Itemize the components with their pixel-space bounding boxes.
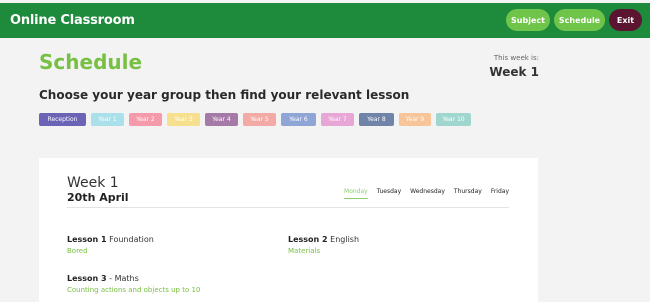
year-7-button[interactable]: Year 7 (321, 113, 354, 126)
year-10-button[interactable]: Year 10 (436, 113, 471, 126)
year-group-selector: Reception Year 1 Year 2 Year 3 Year 4 Ye… (39, 113, 471, 126)
schedule-card: Week 1 20th April Monday Tuesday Wednesd… (39, 158, 538, 302)
lesson-number: Lesson 1 (67, 235, 107, 244)
year-1-button[interactable]: Year 1 (91, 113, 124, 126)
lesson-separator: - (106, 274, 115, 283)
page-title: Schedule (39, 50, 143, 74)
top-bar: Online Classroom Subject Schedule Exit (0, 3, 650, 38)
tab-tuesday[interactable]: Tuesday (377, 188, 401, 199)
tab-friday[interactable]: Friday (491, 188, 509, 199)
this-week-label: This week is: (493, 54, 539, 62)
lesson-detail: Counting actions and objects up to 10 (67, 286, 201, 294)
lesson-subject: Foundation (109, 235, 154, 244)
year-4-button[interactable]: Year 4 (205, 113, 238, 126)
lesson-detail: Bored (67, 247, 88, 255)
day-tabs: Monday Tuesday Wednesday Thursday Friday (344, 188, 509, 199)
lesson-subject: Maths (114, 274, 139, 283)
lesson-number: Lesson 2 (288, 235, 328, 244)
year-6-button[interactable]: Year 6 (281, 113, 316, 126)
lesson-number: Lesson 3 (67, 274, 107, 283)
schedule-button[interactable]: Schedule (554, 9, 605, 31)
year-reception-button[interactable]: Reception (39, 113, 86, 126)
lesson-subject: English (330, 235, 360, 244)
year-9-button[interactable]: Year 9 (399, 113, 431, 126)
card-week: Week 1 (67, 175, 119, 191)
year-5-button[interactable]: Year 5 (243, 113, 276, 126)
lesson-3[interactable]: Lesson 3 - Maths Counting actions and ob… (67, 274, 200, 294)
top-nav: Subject Schedule Exit (506, 9, 642, 31)
year-8-button[interactable]: Year 8 (359, 113, 394, 126)
subject-button[interactable]: Subject (506, 9, 550, 31)
this-week-value: Week 1 (489, 65, 539, 79)
card-date: 20th April (67, 191, 129, 204)
tab-wednesday[interactable]: Wednesday (410, 188, 445, 199)
app-title: Online Classroom (10, 13, 135, 28)
lesson-1[interactable]: Lesson 1 Foundation Bored (67, 235, 154, 255)
year-2-button[interactable]: Year 2 (129, 113, 162, 126)
exit-button[interactable]: Exit (609, 9, 642, 31)
lesson-detail: Materials (288, 247, 321, 255)
tab-monday[interactable]: Monday (344, 188, 368, 199)
year-3-button[interactable]: Year 3 (167, 113, 200, 126)
tab-thursday[interactable]: Thursday (454, 188, 482, 199)
instruction-heading: Choose your year group then find your re… (39, 88, 410, 102)
divider (67, 207, 509, 208)
lesson-2[interactable]: Lesson 2 English Materials (288, 235, 359, 255)
